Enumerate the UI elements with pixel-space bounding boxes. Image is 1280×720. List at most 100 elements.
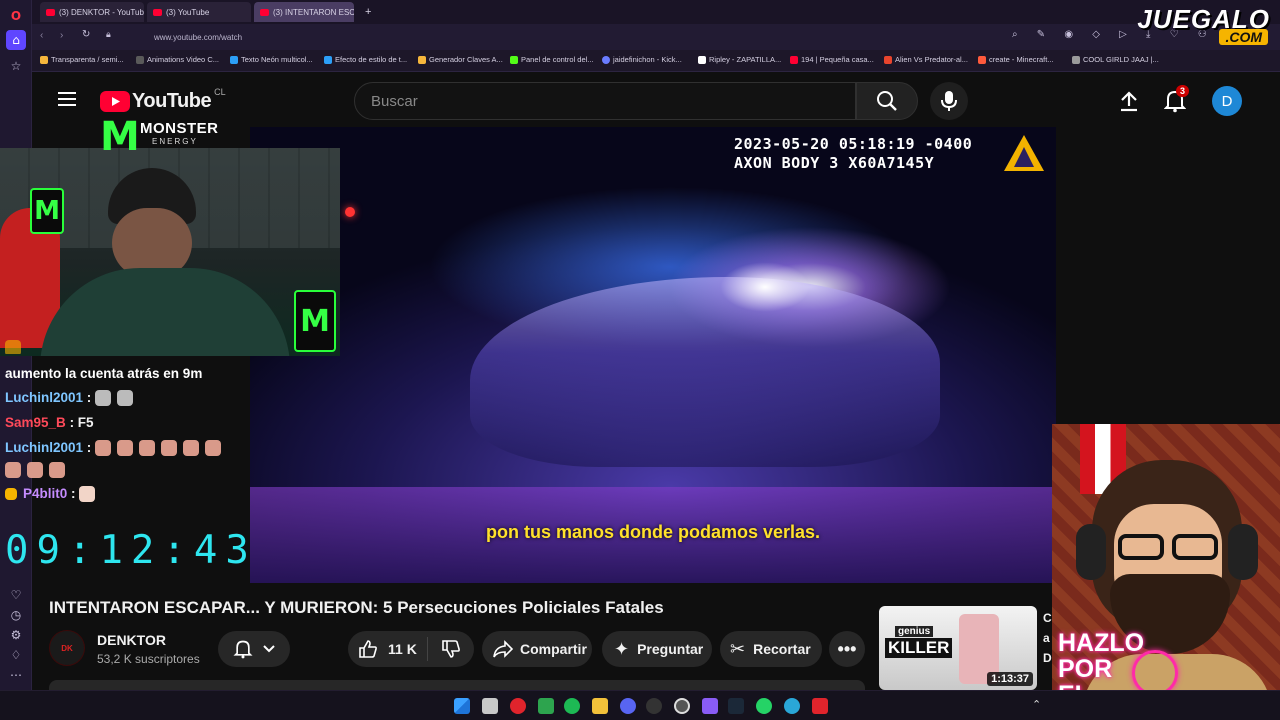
video-player[interactable]: 2023-05-20 05:18:19 -0400 AXON BODY 3 X6… bbox=[250, 127, 1056, 583]
tray-chevron-icon[interactable]: ⌃ bbox=[1032, 698, 1041, 711]
channel-name[interactable]: DENKTOR bbox=[97, 632, 166, 648]
more-icon[interactable]: ⋯ bbox=[6, 665, 26, 685]
countdown-timer: 09:12:43 bbox=[5, 528, 257, 573]
video-subtitle: pon tus manos donde podamos verlas. bbox=[485, 522, 821, 542]
tab-denktor[interactable]: (3) DENKTOR - YouTube bbox=[40, 2, 144, 22]
thumbs-up-icon bbox=[359, 640, 377, 658]
history-icon[interactable]: ◷ bbox=[6, 605, 26, 625]
monster-can-right: M bbox=[294, 290, 336, 352]
opera-icon[interactable] bbox=[510, 698, 526, 714]
settings-icon[interactable]: ⚙ bbox=[6, 625, 26, 645]
bookmark-item[interactable]: Transparenta / semi... bbox=[40, 55, 124, 64]
lightbulb-icon[interactable]: ♢ bbox=[6, 645, 26, 665]
app-icon[interactable] bbox=[784, 698, 800, 714]
app-icon[interactable] bbox=[702, 698, 718, 714]
subscriber-count: 53,2 K suscriptores bbox=[97, 652, 200, 666]
recommended-video-thumbnail[interactable]: genius KILLER 1:13:37 bbox=[879, 606, 1037, 690]
home-icon[interactable]: ⌂ bbox=[6, 30, 26, 50]
account-avatar[interactable]: D bbox=[1212, 86, 1242, 116]
description-box[interactable] bbox=[49, 680, 865, 690]
red-light bbox=[345, 207, 355, 217]
search-input[interactable]: Buscar bbox=[354, 82, 856, 120]
back-icon[interactable]: ‹ bbox=[40, 30, 43, 41]
subscribe-notifications-button[interactable] bbox=[218, 631, 290, 667]
voice-search-button[interactable] bbox=[930, 82, 968, 120]
forward-icon[interactable]: › bbox=[60, 30, 63, 41]
windows-start-icon[interactable] bbox=[454, 698, 470, 714]
app-icon[interactable] bbox=[756, 698, 772, 714]
youtube-favicon-icon bbox=[46, 8, 55, 16]
notifications-button[interactable]: 3 bbox=[1163, 85, 1190, 115]
chat-emote-row bbox=[5, 462, 71, 479]
new-tab-button[interactable]: + bbox=[362, 2, 378, 22]
juegalo-watermark: JUEGALO .COM bbox=[1113, 2, 1278, 47]
address-bar: ‹ › ↻ 🔒︎ www.youtube.com/watch ⌕ ✎ ◉ ◇ ▷… bbox=[32, 24, 1280, 50]
share-label: Compartir bbox=[520, 641, 587, 657]
dislike-button[interactable] bbox=[428, 639, 474, 659]
ask-label: Preguntar bbox=[637, 641, 704, 657]
glasses-left bbox=[1118, 534, 1164, 560]
police-car-shape bbox=[470, 277, 940, 467]
tab-active-video[interactable]: (3) INTENTARON ESCA bbox=[254, 2, 354, 22]
bookmark-item[interactable]: Generador Claves A... bbox=[418, 55, 503, 64]
search-icon bbox=[877, 91, 897, 111]
chevron-down-icon bbox=[263, 645, 275, 653]
bookmark-item[interactable]: Animations Video C... bbox=[136, 55, 219, 64]
search-button[interactable] bbox=[856, 82, 918, 120]
bookmark-item[interactable]: COOL GIRLD JAAJ |... bbox=[1072, 55, 1159, 64]
bookmark-item[interactable]: 194 | Pequeña casa... bbox=[790, 55, 874, 64]
youtube-play-icon bbox=[100, 91, 130, 112]
lock-icon: 🔒︎ bbox=[106, 30, 111, 40]
app-icon[interactable] bbox=[812, 698, 828, 714]
glasses-right bbox=[1172, 534, 1218, 560]
share-button[interactable]: Compartir bbox=[482, 631, 592, 667]
logo-text: YouTube bbox=[132, 90, 212, 112]
youtube-logo[interactable]: YouTube CL bbox=[100, 87, 226, 113]
menu-icon[interactable] bbox=[58, 92, 76, 106]
ask-button[interactable]: ✦ Preguntar bbox=[602, 631, 712, 667]
bookmark-item[interactable]: Texto Neón multicol... bbox=[230, 55, 313, 64]
url-field[interactable]: www.youtube.com/watch bbox=[124, 29, 1004, 46]
task-view-icon[interactable] bbox=[482, 698, 498, 714]
xbox-icon[interactable] bbox=[538, 698, 554, 714]
bookmark-item[interactable]: Ripley - ZAPATILLA... bbox=[698, 55, 781, 64]
streamer-avatar-art: HAZLO POR EL bbox=[1052, 424, 1280, 720]
headphones-right bbox=[1228, 524, 1258, 580]
file-explorer-icon[interactable] bbox=[592, 698, 608, 714]
obs-icon[interactable] bbox=[646, 698, 662, 714]
chat-username: P4blit0 bbox=[23, 486, 68, 501]
chat-message: Luchinl2001 : bbox=[5, 440, 227, 457]
reload-icon[interactable]: ↻ bbox=[82, 29, 90, 40]
tab-bar: (3) DENKTOR - YouTube (3) YouTube (3) IN… bbox=[32, 0, 1280, 24]
app-icon[interactable] bbox=[674, 698, 690, 714]
bookmark-item[interactable]: Panel de control del... bbox=[510, 55, 594, 64]
bodycam-device-id: AXON BODY 3 X60A7145Y bbox=[734, 154, 935, 172]
tab-label: (3) INTENTARON ESCA bbox=[273, 7, 354, 17]
tab-youtube[interactable]: (3) YouTube bbox=[147, 2, 251, 22]
heart-icon[interactable]: ♡ bbox=[6, 585, 26, 605]
monster-energy-logo: M MONSTER ENERGY bbox=[98, 114, 218, 178]
bookmark-item[interactable]: create - Minecraft... bbox=[978, 55, 1054, 64]
opera-logo-icon[interactable]: O bbox=[6, 6, 26, 26]
like-dislike-group: 11 K bbox=[348, 631, 474, 667]
chat-message: Sam95_B : F5 bbox=[5, 415, 94, 430]
chat-username: Sam95_B bbox=[5, 415, 66, 430]
upload-icon[interactable] bbox=[1118, 90, 1140, 112]
like-count: 11 K bbox=[388, 641, 417, 657]
bookmark-item[interactable]: Alien Vs Predator-al... bbox=[884, 55, 968, 64]
bookmark-icon[interactable]: ☆ bbox=[6, 56, 26, 76]
notification-badge: 3 bbox=[1176, 85, 1190, 97]
discord-icon[interactable] bbox=[620, 698, 636, 714]
clip-button[interactable]: ✂ Recortar bbox=[720, 631, 822, 667]
spotify-icon[interactable] bbox=[564, 698, 580, 714]
youtube-favicon-icon bbox=[260, 8, 269, 16]
bell-icon bbox=[233, 640, 253, 659]
bookmark-item[interactable]: jaidefinichon - Kick... bbox=[602, 55, 682, 64]
bookmark-item[interactable]: Efecto de estilo de t... bbox=[324, 55, 407, 64]
steam-icon[interactable] bbox=[728, 698, 744, 714]
channel-avatar[interactable]: DK bbox=[49, 630, 85, 666]
chat-username: Luchinl2001 bbox=[5, 390, 84, 405]
like-button[interactable]: 11 K bbox=[348, 637, 428, 661]
more-actions-button[interactable]: ••• bbox=[829, 631, 865, 667]
share-icon bbox=[493, 640, 514, 658]
